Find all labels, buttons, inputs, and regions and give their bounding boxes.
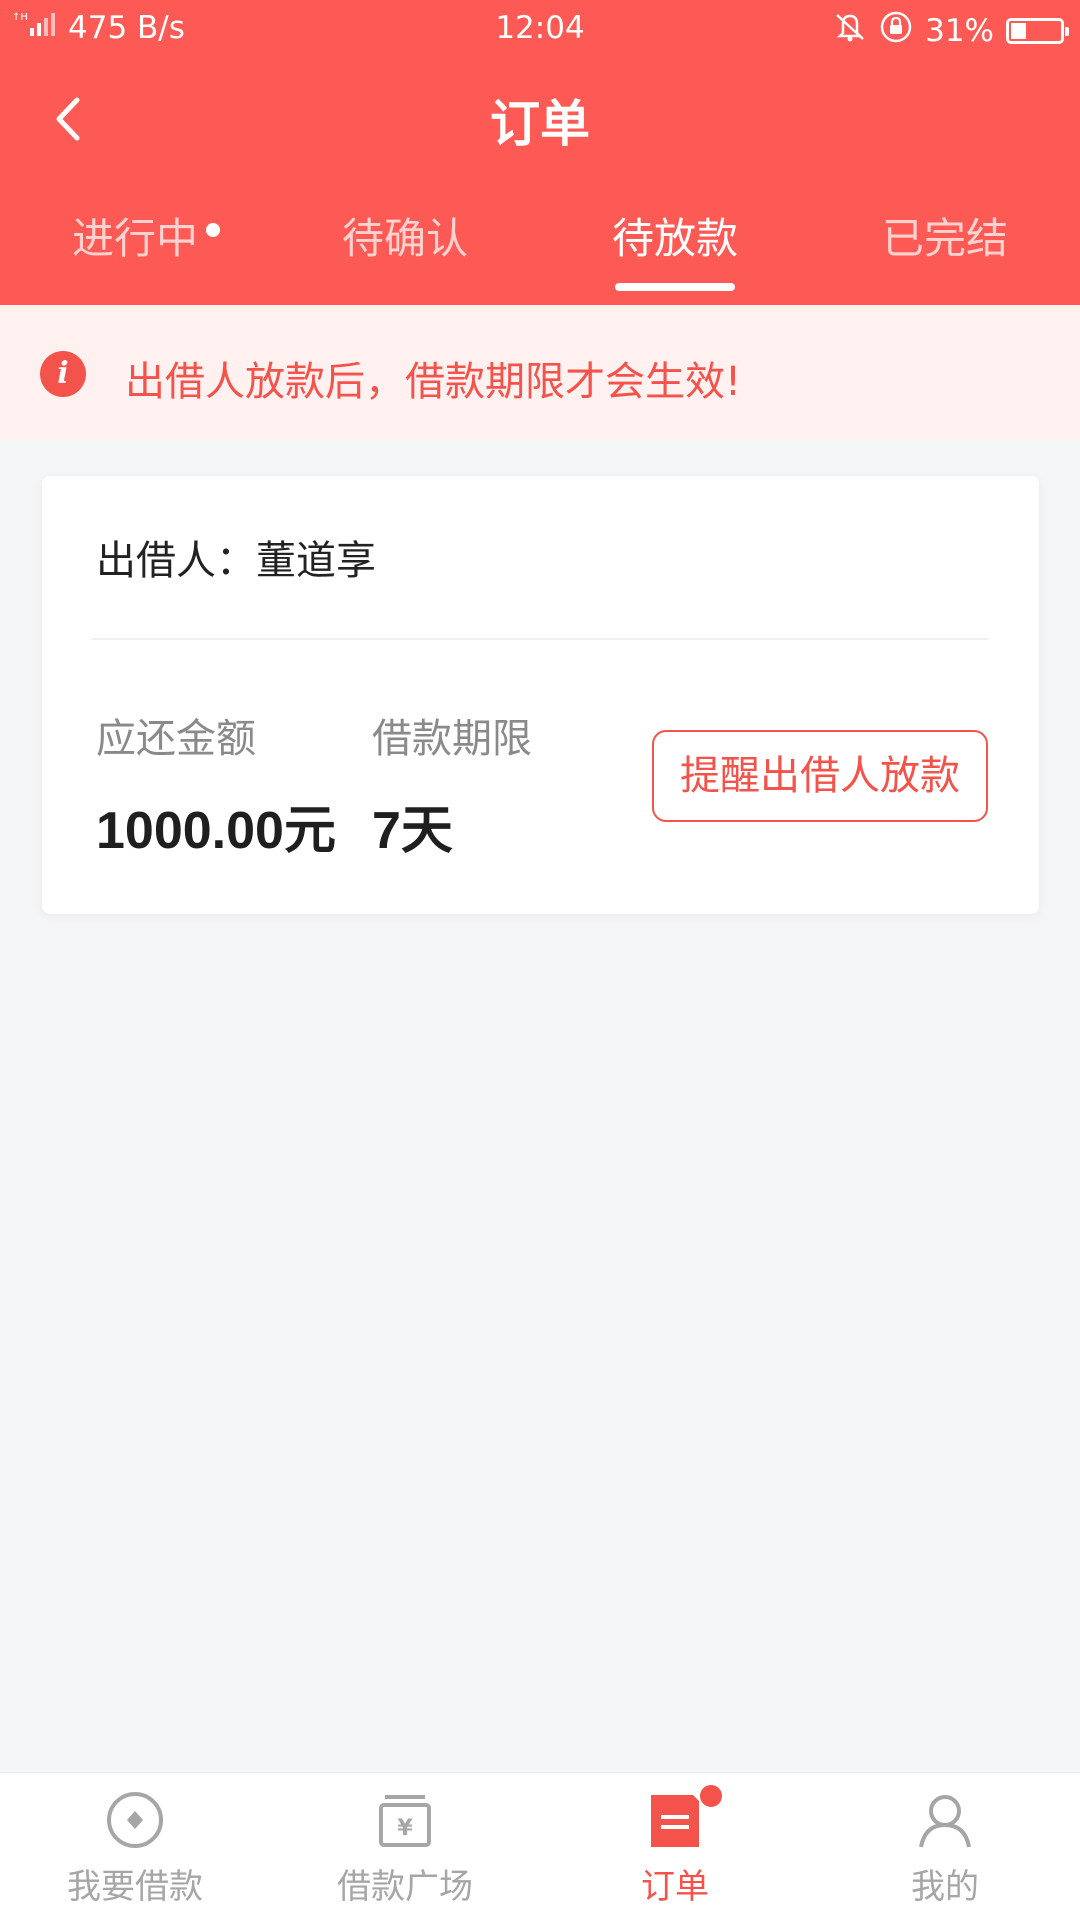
tab-in-progress[interactable]: 进行中 [0,205,270,266]
battery-icon [1006,18,1069,44]
nav-bar: 订单 [0,56,1080,182]
card-divider [92,638,989,640]
status-right: 31% [833,10,1069,52]
bottom-nav-orders[interactable]: 订单 [540,1773,810,1920]
bottom-nav-label: 订单 [641,1867,709,1907]
battery-percent: 31% [925,13,994,49]
bottom-nav-mine[interactable]: 我的 [810,1773,1080,1920]
bottom-nav-label: 借款广场 [337,1867,473,1907]
bottom-nav-label: 我要借款 [67,1867,203,1907]
info-icon: i [40,351,86,397]
notice-banner: i 出借人放款后，借款期限才会生效! [0,305,1080,440]
header: ↑H 475 B/s 12:04 31% 订单 进行中 待确认 待放款 已完结 [0,0,1080,305]
order-list-icon [651,1795,699,1847]
lender-label: 出借人： [96,538,256,584]
rotation-lock-icon [879,10,913,52]
amount-value: 1000.00元 [96,802,336,860]
page-title: 订单 [490,95,590,153]
bottom-nav: 我要借款 ¥ 借款广场 订单 我的 [0,1772,1080,1920]
term-label: 借款期限 [372,716,532,762]
bottom-nav-label: 我的 [911,1867,979,1907]
bottom-nav-loan-square[interactable]: ¥ 借款广场 [270,1773,540,1920]
amount-label: 应还金额 [96,716,256,762]
remind-lender-button[interactable]: 提醒出借人放款 [652,730,988,822]
user-icon [919,1795,971,1848]
back-button[interactable] [34,84,104,154]
tab-pending-confirm[interactable]: 待确认 [270,205,540,266]
tab-completed[interactable]: 已完结 [810,205,1080,266]
mute-icon [833,11,867,51]
yen-box-icon: ¥ [379,1795,431,1847]
active-tab-indicator [615,283,735,291]
lender-row: 出借人：董道享 [96,528,376,586]
order-tabs: 进行中 待确认 待放款 已完结 [0,205,1080,305]
tab-in-progress-dot [206,223,220,237]
status-bar: ↑H 475 B/s 12:04 31% [0,0,1080,56]
notification-badge [698,1783,724,1809]
coin-icon [107,1792,163,1848]
lender-name: 董道享 [256,538,376,584]
battery-fill [1011,23,1026,39]
term-value: 7天 [372,802,453,860]
notice-text: 出借人放款后，借款期限才会生效! [125,359,742,405]
svg-text:¥: ¥ [397,1816,413,1841]
chevron-left-icon [56,97,80,141]
bottom-nav-borrow[interactable]: 我要借款 [0,1773,270,1920]
order-card: 出借人：董道享 应还金额 1000.00元 借款期限 7天 提醒出借人放款 [42,476,1039,914]
tab-pending-loan[interactable]: 待放款 [540,205,810,266]
